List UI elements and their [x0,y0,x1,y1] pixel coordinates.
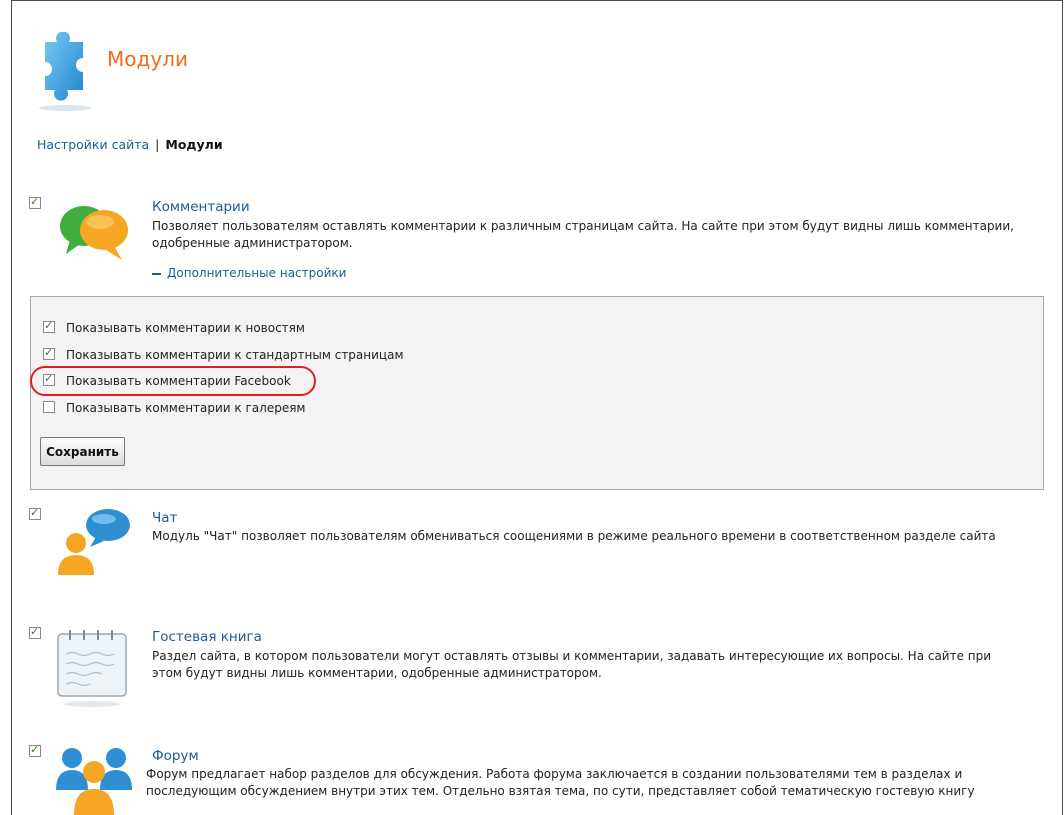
desc-line: Позволяет пользователям оставлять коммен… [152,219,1014,233]
chat-icon [58,509,130,575]
option-label-pages: Показывать комментарии к стандартным стр… [66,348,404,362]
highlight-annotation [30,366,316,396]
desc-line: одобренные администратором. [152,236,353,250]
module-desc-forum: Форум предлагает набор разделов для обсу… [146,766,975,800]
page-title: Модули [107,47,188,71]
module-desc-guestbook: Раздел сайта, в котором пользователи мог… [152,648,991,682]
desc-line: Раздел сайта, в котором пользователи мог… [152,649,992,663]
module-desc-comments: Позволяет пользователям оставлять коммен… [152,218,1014,252]
collapse-icon [152,272,161,275]
guestbook-icon [57,630,127,707]
option-checkbox-news[interactable] [43,319,55,333]
desc-line: Форум предлагает набор разделов для обсу… [146,767,963,781]
comments-icon [60,206,128,260]
option-label-galleries: Показывать комментарии к галереям [66,401,306,415]
module-toggle-comments[interactable] [29,195,41,209]
breadcrumb-link-settings[interactable]: Настройки сайта [37,137,149,152]
module-title-chat[interactable]: Чат [152,510,177,526]
breadcrumb: Настройки сайта | Модули [37,137,223,152]
module-title-guestbook[interactable]: Гостевая книга [152,629,262,645]
option-checkbox-pages[interactable] [43,346,55,360]
desc-line: последующим обсуждением внутри этих тем.… [146,784,975,798]
breadcrumb-separator: | [155,137,160,152]
module-title-forum[interactable]: Форум [152,748,199,764]
desc-line: Модуль "Чат" позволяет пользователям обм… [152,529,996,543]
more-settings-label: Дополнительные настройки [167,266,347,280]
more-settings-link[interactable]: Дополнительные настройки [152,266,346,280]
module-toggle-chat[interactable] [29,506,41,520]
forum-icon [56,748,132,815]
module-title-comments[interactable]: Комментарии [152,199,250,215]
breadcrumb-current: Модули [165,137,223,152]
option-label-news: Показывать комментарии к новостям [66,321,305,335]
module-desc-chat: Модуль "Чат" позволяет пользователям обм… [152,528,996,545]
puzzle-icon [39,32,91,111]
module-toggle-guestbook[interactable] [29,625,41,639]
module-toggle-forum[interactable] [29,743,41,757]
desc-line: этом будут видны лишь комментарии, одобр… [152,666,602,680]
option-checkbox-galleries[interactable] [43,401,55,413]
save-button[interactable]: Сохранить [40,437,125,466]
